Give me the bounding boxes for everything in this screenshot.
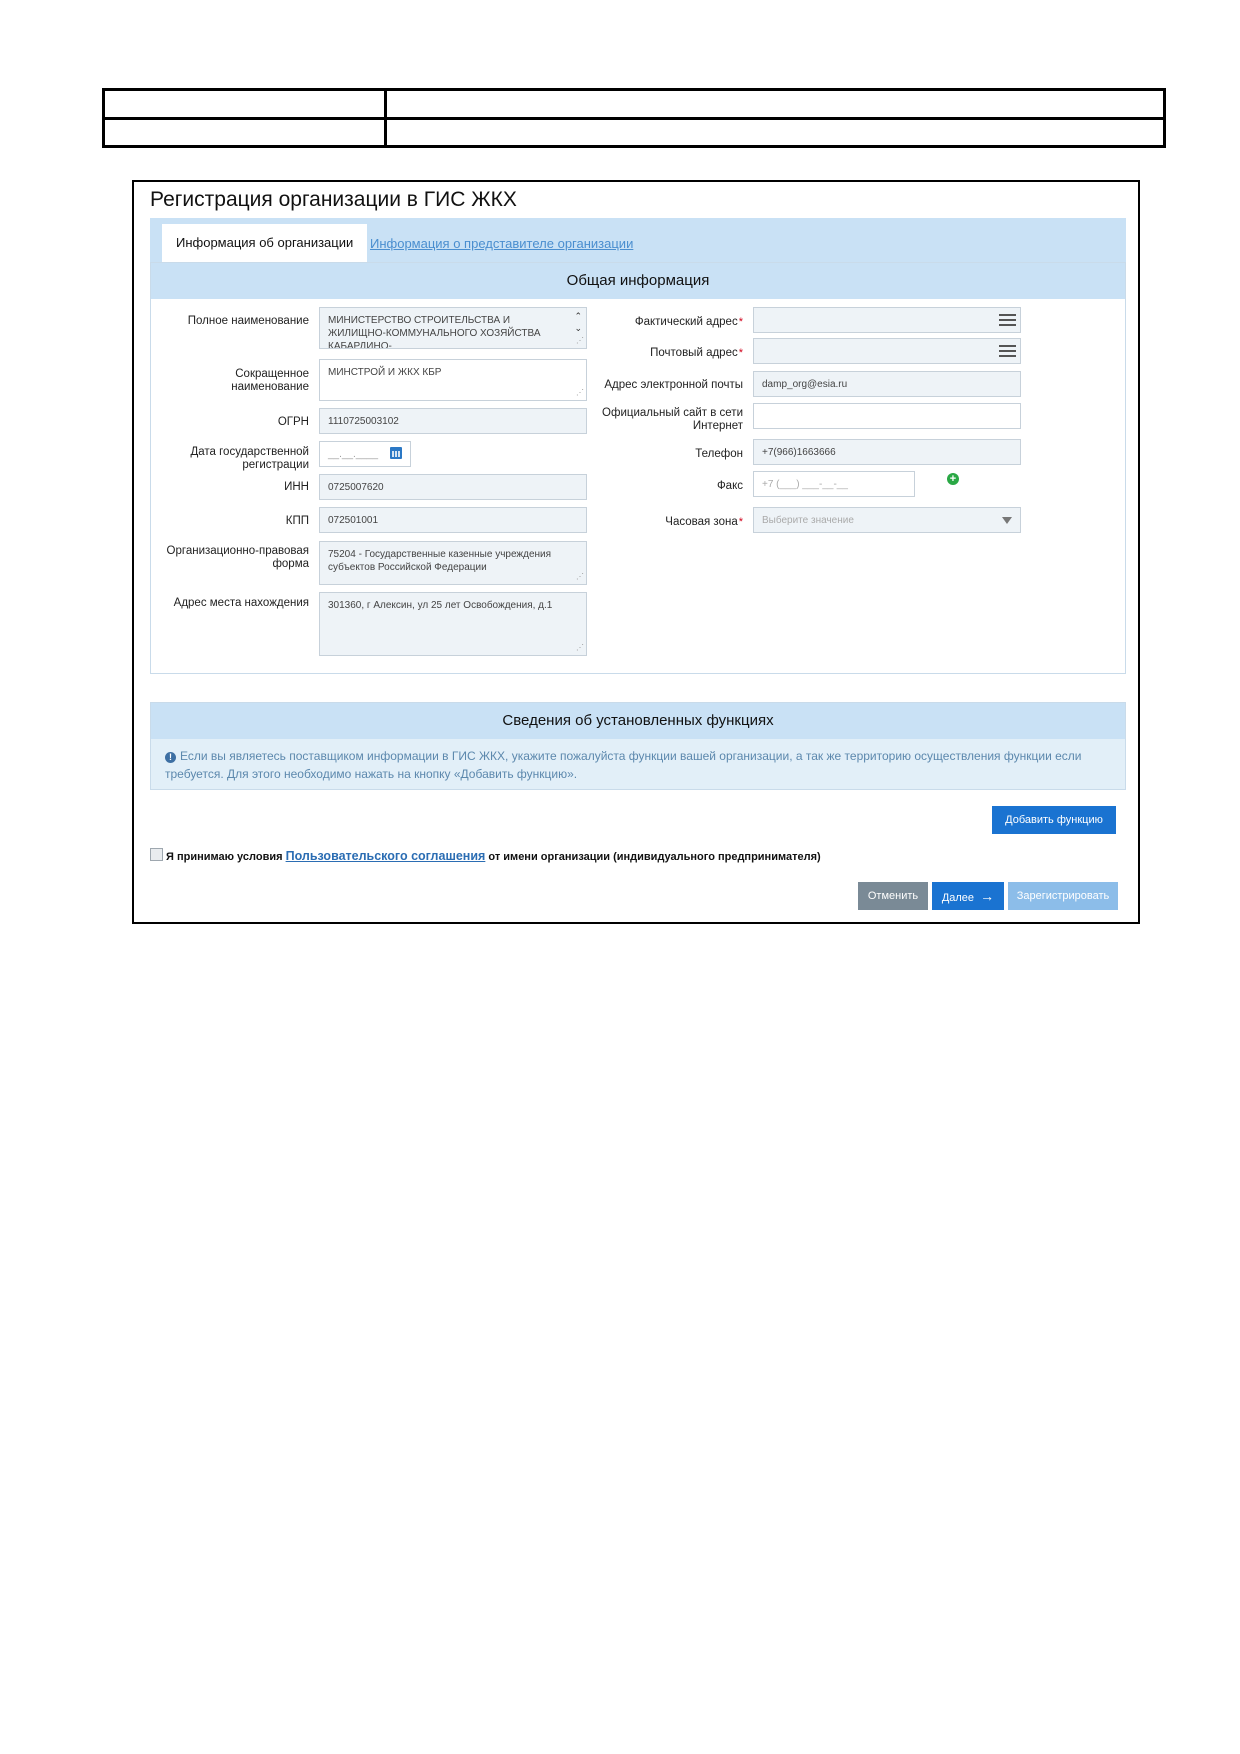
label-website: Официальный сайт в сети Интернет <box>602 407 743 432</box>
required-mark: * <box>738 516 743 528</box>
tab-representative-info[interactable]: Информация о представителе организации <box>370 236 633 251</box>
location-address-value: 301360, г Алексин, ул 25 лет Освобождени… <box>328 600 553 611</box>
table-row-divider <box>105 117 1163 120</box>
menu-icon[interactable] <box>999 345 1016 360</box>
label-timezone-text: Часовая зона <box>665 516 738 528</box>
next-button[interactable]: Далее → <box>932 882 1004 910</box>
full-name-field[interactable]: МИНИСТЕРСТВО СТРОИТЕЛЬСТВА И ЖИЛИЩНО-КОМ… <box>319 307 587 349</box>
label-actual-address-text: Фактический адрес <box>634 316 738 328</box>
label-timezone: Часовая зона* <box>593 516 743 529</box>
label-phone: Телефон <box>695 448 743 460</box>
phone-value: +7(966)1663666 <box>762 447 836 458</box>
resize-grip-icon[interactable]: ⋰ <box>576 386 584 399</box>
inn-value: 0725007620 <box>328 482 384 493</box>
timezone-value: Выберите значение <box>762 515 854 526</box>
ogrn-field[interactable]: 1110725003102 <box>319 408 587 434</box>
label-short-name: Сокращенное наименование <box>231 368 309 393</box>
label-registration-date: Дата государственной регистрации <box>190 446 309 471</box>
resize-grip-icon[interactable]: ⋰ <box>576 641 584 654</box>
label-email: Адрес электронной почты <box>604 379 743 391</box>
fax-value: +7 (___) ___-__-__ <box>762 479 848 490</box>
page-title: Регистрация организации в ГИС ЖКХ <box>150 188 517 211</box>
label-full-name: Полное наименование <box>187 315 309 327</box>
phone-field[interactable]: +7(966)1663666 <box>753 439 1021 465</box>
email-field[interactable]: damp_org@esia.ru <box>753 371 1021 397</box>
section-title: Общая информация <box>151 263 1125 299</box>
timezone-select[interactable]: Выберите значение <box>753 507 1021 533</box>
label-actual-address: Фактический адрес* <box>593 316 743 329</box>
agreement-row: Я принимаю условия Пользовательского сог… <box>150 848 821 863</box>
location-address-field[interactable]: 301360, г Алексин, ул 25 лет Освобождени… <box>319 592 587 656</box>
label-ogrn: ОГРН <box>277 416 309 428</box>
website-field[interactable] <box>753 403 1021 429</box>
functions-info-text: Если вы являетесь поставщиком информации… <box>165 749 1082 781</box>
register-button[interactable]: Зарегистрировать <box>1008 882 1118 910</box>
add-fax-icon[interactable]: + <box>947 473 959 485</box>
header-table <box>102 88 1166 148</box>
label-legal-form: Организационно-правовая форма <box>166 545 309 570</box>
required-mark: * <box>738 316 743 328</box>
next-button-label: Далее <box>941 892 975 904</box>
info-icon: ! <box>165 752 176 763</box>
calendar-icon[interactable] <box>390 447 402 459</box>
tab-organization-info[interactable]: Информация об организации <box>162 224 368 262</box>
label-postal-address-text: Почтовый адрес <box>650 347 738 359</box>
functions-section: Сведения об установленных функциях ! Если… <box>150 702 1126 790</box>
actual-address-field[interactable] <box>753 307 1021 333</box>
tabs-bar: Информация об организации Информация о п… <box>150 218 1126 262</box>
label-kpp: КПП <box>285 515 309 527</box>
label-postal-address: Почтовый адрес* <box>593 347 743 360</box>
chevron-down-icon[interactable] <box>1002 517 1012 524</box>
legal-form-value: 75204 - Государственные казенные учрежде… <box>328 549 552 573</box>
functions-title: Сведения об установленных функциях <box>151 703 1125 739</box>
resize-grip-icon[interactable]: ⋰ <box>576 570 584 583</box>
agreement-text-after: от имени организации (индивидуального пр… <box>488 851 821 863</box>
table-column-divider <box>384 91 387 145</box>
screenshot-frame: Регистрация организации в ГИС ЖКХ Информ… <box>132 180 1140 924</box>
label-inn: ИНН <box>284 481 309 493</box>
scroll-arrows-icon[interactable]: ⌃ ⌄ <box>574 310 582 334</box>
postal-address-field[interactable] <box>753 338 1021 364</box>
registration-date-field[interactable]: __.__.____ <box>319 441 411 467</box>
kpp-field[interactable]: 072501001 <box>319 507 587 533</box>
kpp-value: 072501001 <box>328 515 379 526</box>
resize-grip-icon[interactable]: ⋰ <box>576 334 584 347</box>
user-agreement-link[interactable]: Пользовательского соглашения <box>286 849 486 863</box>
functions-info: ! Если вы являетесь поставщиком информаци… <box>151 739 1125 791</box>
agreement-text-before: Я принимаю условия <box>166 851 283 863</box>
required-mark: * <box>738 347 743 359</box>
general-info-section: Общая информация Полное наименование МИН… <box>150 262 1126 674</box>
agreement-checkbox[interactable] <box>150 848 163 861</box>
legal-form-field[interactable]: 75204 - Государственные казенные учрежде… <box>319 541 587 585</box>
add-function-button[interactable]: Добавить функцию <box>992 806 1116 834</box>
fax-field[interactable]: +7 (___) ___-__-__ <box>753 471 915 497</box>
menu-icon[interactable] <box>999 314 1016 329</box>
ogrn-value: 1110725003102 <box>328 416 399 427</box>
arrow-right-icon: → <box>980 888 995 904</box>
email-value: damp_org@esia.ru <box>762 379 848 390</box>
label-fax: Факс <box>716 480 743 492</box>
short-name-field[interactable]: МИНСТРОЙ И ЖКХ КБР ⋰ <box>319 359 587 401</box>
short-name-value: МИНСТРОЙ И ЖКХ КБР <box>328 367 442 378</box>
full-name-value: МИНИСТЕРСТВО СТРОИТЕЛЬСТВА И ЖИЛИЩНО-КОМ… <box>328 315 541 349</box>
label-location-address: Адрес места нахождения <box>173 597 309 609</box>
inn-field[interactable]: 0725007620 <box>319 474 587 500</box>
cancel-button[interactable]: Отменить <box>858 882 928 910</box>
registration-date-value: __.__.____ <box>328 449 379 460</box>
